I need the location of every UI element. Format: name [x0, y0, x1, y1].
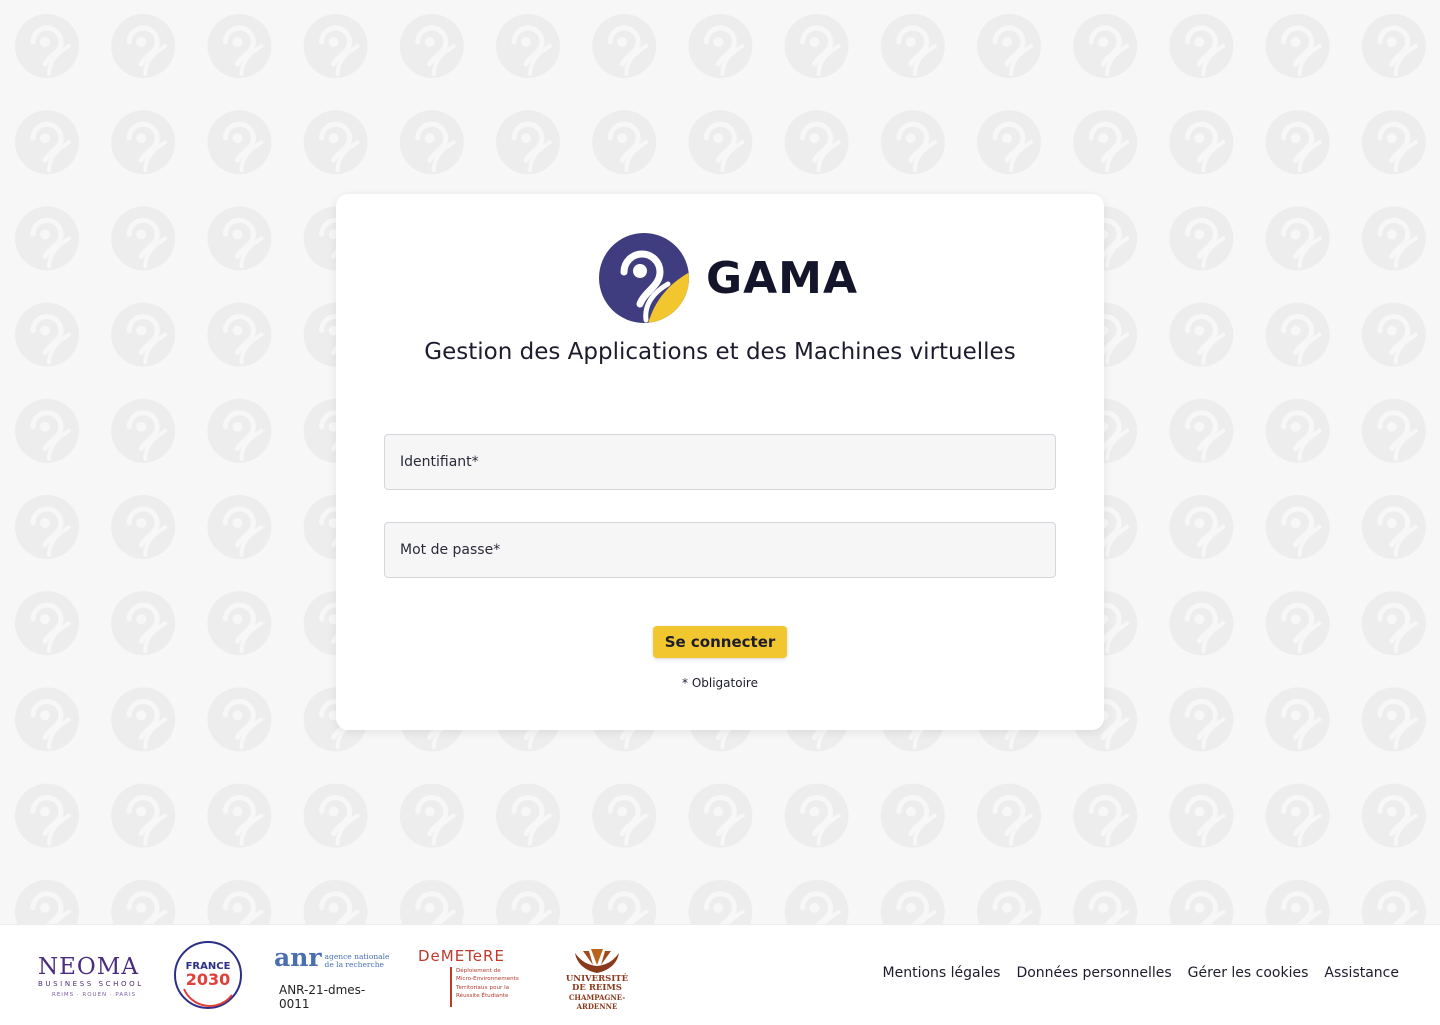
demetere-logo: DeMETeRE Déploiement de Micro-Environnem…: [418, 947, 526, 1007]
neoma-logo: NEOMA BUSINESS SCHOOL REIMS · ROUEN · PA…: [38, 955, 144, 998]
urca-logo: UNIVERSITÉ DE REIMS CHAMPAGNE-ARDENNE: [550, 947, 644, 1011]
demetere-description: Déploiement de Micro-Environnements Terr…: [456, 967, 519, 1007]
login-card: GAMA Gestion des Applications et des Mac…: [336, 194, 1104, 730]
urca-line2: DE REIMS: [572, 983, 622, 993]
demetere-name: DeMETeRE: [418, 947, 505, 965]
brand-name: GAMA: [706, 252, 859, 304]
required-note: * Obligatoire: [682, 676, 758, 690]
brand-header: GAMA: [598, 232, 858, 324]
anr-desc-line2: de la recherche: [324, 960, 384, 969]
demetere-line-2: Micro-Environnements: [456, 976, 519, 983]
urca-emblem-icon: [575, 949, 619, 973]
password-input[interactable]: [385, 523, 1055, 577]
anr-logo: anr agence nationale de la recherche ANR…: [274, 943, 392, 1012]
france-2030-emblem: FRANCE 2030: [174, 941, 242, 1009]
anr-name: anr: [274, 943, 322, 972]
demetere-line-4: Réussite Étudiante: [456, 993, 509, 1000]
neoma-name: NEOMA: [38, 954, 139, 980]
urca-line3: CHAMPAGNE-ARDENNE: [568, 993, 626, 1011]
assistance-link[interactable]: Assistance: [1324, 965, 1399, 981]
personal-data-link[interactable]: Données personnelles: [1016, 965, 1171, 981]
demetere-line-1: Déploiement de: [456, 968, 501, 974]
neoma-cities: REIMS · ROUEN · PARIS: [52, 992, 137, 998]
france-2030-line2: 2030: [186, 970, 231, 989]
password-field: [384, 522, 1056, 578]
login-button[interactable]: Se connecter: [653, 626, 787, 658]
neoma-tagline: BUSINESS SCHOOL: [38, 980, 144, 988]
anr-grant-code: ANR-21-dmes-0011: [279, 983, 366, 1011]
legal-notice-link[interactable]: Mentions légales: [883, 965, 1001, 981]
demetere-line-3: Territoriaux pour la: [456, 984, 510, 991]
username-input[interactable]: [385, 435, 1055, 489]
username-field: [384, 434, 1056, 490]
gama-logo-icon: [599, 233, 689, 323]
anr-description: agence nationale de la recherche: [325, 953, 390, 971]
footer-links: Mentions légales Données personnelles Gé…: [883, 965, 1399, 981]
page-subtitle: Gestion des Applications et des Machines…: [424, 339, 1016, 365]
demetere-divider: [450, 967, 452, 1007]
manage-cookies-link[interactable]: Gérer les cookies: [1188, 965, 1309, 981]
france-2030-logo: FRANCE 2030: [172, 939, 244, 1011]
footer: NEOMA BUSINESS SCHOOL REIMS · ROUEN · PA…: [0, 924, 1440, 1025]
